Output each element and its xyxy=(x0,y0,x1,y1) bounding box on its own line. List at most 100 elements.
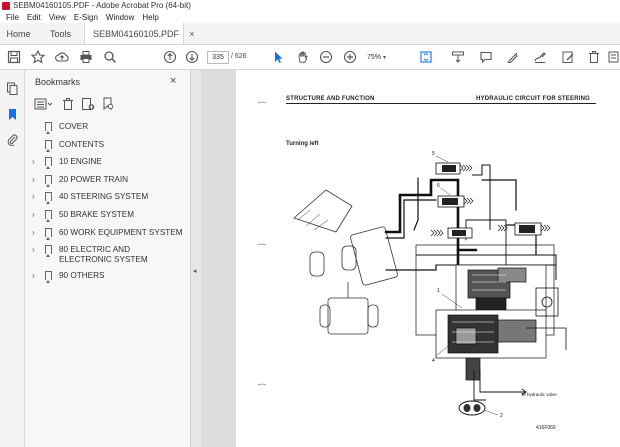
menu-edit[interactable]: Edit xyxy=(23,13,45,22)
bookmark-label: 50 BRAKE SYSTEM xyxy=(59,209,135,219)
chevron-left-icon: ◂ xyxy=(193,268,197,275)
bookmark-icon xyxy=(45,122,52,134)
bookmark-item[interactable]: › 60 WORK EQUIPMENT SYSTEM xyxy=(25,227,191,246)
callout-label: 6 xyxy=(437,183,440,189)
attachment-icon[interactable] xyxy=(6,133,19,146)
menu-bar: File Edit View E-Sign Window Help xyxy=(0,11,620,23)
close-tab-icon[interactable]: × xyxy=(189,29,194,39)
highlight-pen-icon[interactable] xyxy=(505,49,521,65)
close-panel-icon[interactable]: × xyxy=(170,75,176,87)
delete-icon[interactable] xyxy=(586,49,602,65)
edit-pdf-icon[interactable] xyxy=(560,49,576,65)
callout-label: 5 xyxy=(432,151,435,157)
bookmark-label: 80 ELECTRIC AND ELECTRONIC SYSTEM xyxy=(59,245,148,265)
bookmark-item[interactable]: › 90 OTHERS xyxy=(25,271,191,289)
hand-tool-icon[interactable] xyxy=(295,49,311,65)
save-icon[interactable] xyxy=(6,49,22,65)
bookmark-icon xyxy=(45,227,52,240)
panel-toolbar xyxy=(33,97,115,111)
bookmark-list: COVER CONTENTS › 10 ENGINE › 20 POWER TR… xyxy=(25,122,191,289)
window-title: SEBM04160105.PDF - Adobe Acrobat Pro (64… xyxy=(13,1,191,10)
callout-label: 2 xyxy=(500,413,503,419)
figure-code: 416F066 xyxy=(536,425,556,431)
previous-page-icon[interactable] xyxy=(162,49,178,65)
bookmark-panel-icon[interactable] xyxy=(6,108,19,121)
find-bookmark-icon[interactable] xyxy=(101,97,115,111)
find-icon[interactable] xyxy=(102,49,118,65)
chevron-right-icon[interactable]: › xyxy=(32,157,42,167)
tab-home[interactable]: Home xyxy=(0,23,37,44)
print-icon[interactable] xyxy=(78,49,94,65)
bookmark-label: COVER xyxy=(59,122,89,131)
document-viewer[interactable]: STRUCTURE AND FUNCTION HYDRAULIC CIRCUIT… xyxy=(201,70,620,447)
new-bookmark-icon[interactable] xyxy=(81,97,95,111)
menu-view[interactable]: View xyxy=(45,13,70,22)
bookmark-item[interactable]: › 20 POWER TRAIN xyxy=(25,174,191,193)
bookmarks-panel: Bookmarks × COVER CONTENTS › 10 ENGINE ›… xyxy=(25,70,191,447)
select-cursor-icon[interactable] xyxy=(270,49,286,65)
bookmark-icon xyxy=(45,192,52,205)
bookmark-icon xyxy=(45,139,52,152)
chevron-right-icon[interactable]: › xyxy=(32,245,42,255)
more-tools-icon[interactable] xyxy=(606,49,620,65)
menu-window[interactable]: Window xyxy=(102,13,138,22)
bookmark-item[interactable]: › 40 STEERING SYSTEM xyxy=(25,192,191,210)
bookmark-label: 60 WORK EQUIPMENT SYSTEM xyxy=(59,227,183,237)
menu-file[interactable]: File xyxy=(0,13,23,22)
bookmark-item[interactable]: › 10 ENGINE xyxy=(25,157,191,175)
scroll-mode-icon[interactable] xyxy=(450,49,466,65)
fit-page-icon[interactable] xyxy=(418,49,434,65)
bookmark-item[interactable]: CONTENTS xyxy=(25,139,191,158)
bookmark-label: 90 OTHERS xyxy=(59,271,105,281)
hydraulic-circuit-diagram: 5 6 1 2 4 xyxy=(257,101,567,419)
callout-label: 4 xyxy=(432,358,435,364)
chevron-right-icon[interactable]: › xyxy=(32,271,42,281)
chevron-down-icon: ▾ xyxy=(382,55,386,61)
bookmark-item[interactable]: › 80 ELECTRIC AND ELECTRONIC SYSTEM xyxy=(25,245,191,271)
page-number-input[interactable]: 335 xyxy=(207,51,229,64)
page-thumbnails-icon[interactable] xyxy=(6,82,19,95)
zoom-level: 75% xyxy=(367,54,382,61)
sign-icon[interactable] xyxy=(532,49,548,65)
chevron-right-icon[interactable]: › xyxy=(32,175,42,185)
zoom-in-icon[interactable] xyxy=(342,49,358,65)
callout-label: 1 xyxy=(437,288,440,294)
menu-help[interactable]: Help xyxy=(138,13,162,22)
bookmark-label: 20 POWER TRAIN xyxy=(59,174,129,184)
tab-document[interactable]: SEBM04160105.PDF × xyxy=(84,23,194,44)
bookmark-icon xyxy=(45,174,52,187)
annotation-hydraulic-valve: To hydraulic valve xyxy=(521,392,557,397)
upload-cloud-icon[interactable] xyxy=(54,49,70,65)
delete-bookmark-icon[interactable] xyxy=(61,97,75,111)
page-total: / 626 xyxy=(231,53,247,60)
menu-esign[interactable]: E-Sign xyxy=(70,13,102,22)
document-page: STRUCTURE AND FUNCTION HYDRAULIC CIRCUIT… xyxy=(236,70,620,447)
bookmark-label: 40 STEERING SYSTEM xyxy=(59,192,149,202)
comment-icon[interactable] xyxy=(478,49,494,65)
navigation-rail xyxy=(0,70,25,447)
tab-tools[interactable]: Tools xyxy=(37,23,84,44)
bookmark-item[interactable]: › 50 BRAKE SYSTEM xyxy=(25,209,191,228)
tab-bar: Home Tools SEBM04160105.PDF × xyxy=(0,23,620,45)
options-menu-icon[interactable] xyxy=(33,97,55,111)
bookmark-item[interactable]: COVER xyxy=(25,122,191,140)
panel-title: Bookmarks xyxy=(35,77,81,87)
zoom-out-icon[interactable] xyxy=(318,49,334,65)
toolbar: 335 / 626 75% ▾ xyxy=(0,45,620,70)
zoom-level-select[interactable]: 75% ▾ xyxy=(367,51,397,64)
bookmark-icon xyxy=(45,209,52,222)
bookmark-icon xyxy=(45,245,52,258)
acrobat-icon xyxy=(2,1,10,10)
title-bar: SEBM04160105.PDF - Adobe Acrobat Pro (64… xyxy=(0,0,620,11)
bookmark-label: 10 ENGINE xyxy=(59,157,102,167)
bookmark-label: CONTENTS xyxy=(59,139,105,149)
tab-document-label: SEBM04160105.PDF xyxy=(93,28,180,39)
panel-collapse-handle[interactable]: ◂ xyxy=(191,70,201,447)
chevron-right-icon[interactable]: › xyxy=(32,228,42,238)
bookmark-icon xyxy=(45,157,52,170)
chevron-right-icon[interactable]: › xyxy=(32,192,42,202)
star-icon[interactable] xyxy=(30,49,46,65)
bookmark-icon xyxy=(45,271,52,284)
next-page-icon[interactable] xyxy=(184,49,200,65)
chevron-right-icon[interactable]: › xyxy=(32,210,42,220)
